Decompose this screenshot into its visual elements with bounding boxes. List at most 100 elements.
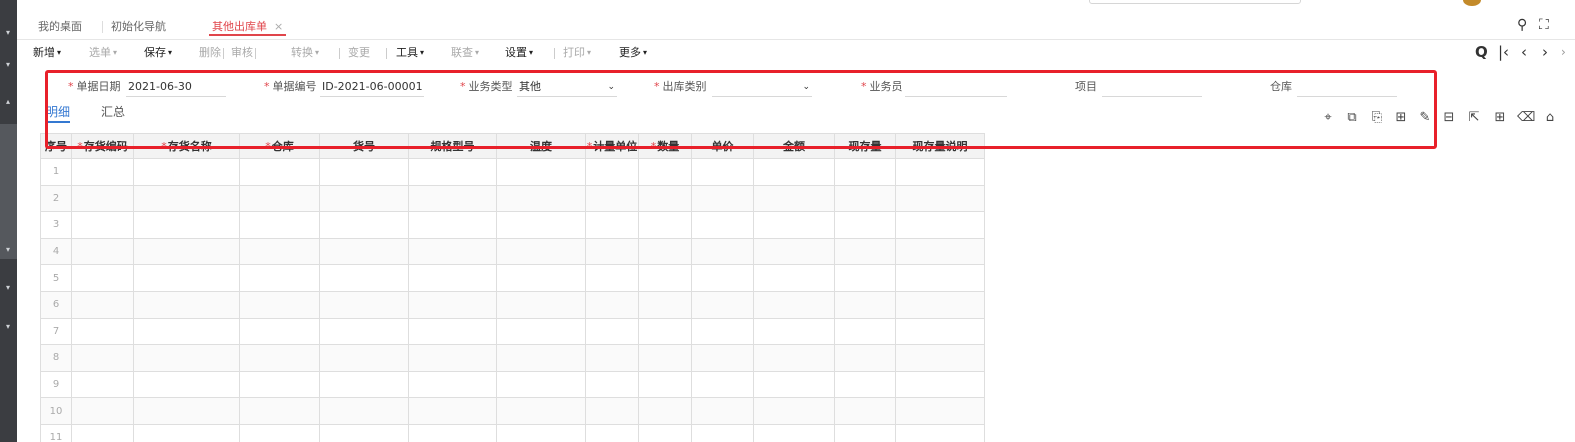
grid-cell[interactable] bbox=[638, 184, 692, 213]
grid-cell[interactable] bbox=[319, 344, 409, 372]
toolbar-print-button[interactable]: 打印 ▾ bbox=[563, 45, 591, 61]
grid-cell[interactable] bbox=[834, 344, 896, 372]
toolbar-new-button[interactable]: 新增 ▾ bbox=[33, 45, 61, 61]
table-row[interactable]: 9 bbox=[40, 370, 985, 399]
grid-cell[interactable] bbox=[408, 397, 497, 425]
grid-cell[interactable] bbox=[691, 237, 754, 266]
toolbar-inquiry-button[interactable]: 联查 ▾ bbox=[451, 45, 479, 61]
grid-cell[interactable] bbox=[638, 397, 692, 425]
toolbar-tools-button[interactable]: 工具 ▾ bbox=[396, 45, 424, 61]
grid-cell[interactable] bbox=[71, 290, 134, 319]
toolbar-delete-button[interactable]: 删除 bbox=[199, 45, 221, 61]
subtab-summary[interactable]: 汇总 bbox=[101, 104, 125, 120]
grid-cell[interactable] bbox=[691, 290, 754, 319]
table-row[interactable]: 3 bbox=[40, 211, 985, 239]
column-header[interactable]: 现存量 bbox=[834, 133, 896, 159]
column-header[interactable]: 温度 bbox=[496, 133, 586, 159]
grid-cell[interactable] bbox=[133, 397, 240, 425]
grid-cell[interactable] bbox=[691, 317, 754, 346]
grid-cell[interactable] bbox=[638, 423, 692, 442]
grid-cell[interactable] bbox=[133, 423, 240, 442]
grid-cell[interactable] bbox=[753, 317, 835, 346]
grid-cell[interactable] bbox=[319, 237, 409, 266]
tab-my-desktop[interactable]: 我的桌面 bbox=[35, 18, 85, 36]
grid-cell[interactable] bbox=[133, 344, 240, 372]
grid-cell[interactable] bbox=[585, 211, 639, 239]
table-row[interactable]: 8 bbox=[40, 344, 985, 372]
sidebar-arrow-icon[interactable]: ▾ bbox=[3, 245, 13, 255]
batch-edit-icon[interactable]: ✎ bbox=[1417, 110, 1433, 126]
clerk-input[interactable] bbox=[905, 78, 1007, 97]
grid-cell[interactable] bbox=[408, 344, 497, 372]
table-row[interactable]: 1 bbox=[40, 158, 985, 186]
grid-cell[interactable] bbox=[496, 211, 586, 239]
grid-cell[interactable] bbox=[691, 264, 754, 292]
grid-cell[interactable] bbox=[239, 397, 320, 425]
grid-cell[interactable] bbox=[239, 211, 320, 239]
grid-cell[interactable] bbox=[319, 158, 409, 186]
grid-cell[interactable] bbox=[71, 237, 134, 266]
sidebar-arrow-icon[interactable]: ▾ bbox=[3, 60, 13, 70]
grid-cell[interactable] bbox=[691, 344, 754, 372]
grid-cell[interactable] bbox=[585, 237, 639, 266]
tab-other-outbound[interactable]: 其他出库单 × bbox=[209, 18, 287, 36]
grid-cell[interactable] bbox=[834, 317, 896, 346]
grid-cell[interactable] bbox=[239, 158, 320, 186]
grid-cell[interactable] bbox=[638, 344, 692, 372]
grid-cell[interactable] bbox=[496, 184, 586, 213]
column-header[interactable]: *存货名称 bbox=[133, 133, 240, 159]
table-row[interactable]: 10 bbox=[40, 397, 985, 425]
grid-cell[interactable] bbox=[319, 317, 409, 346]
global-search-box[interactable] bbox=[1089, 0, 1301, 4]
grid-cell[interactable] bbox=[319, 397, 409, 425]
grid-cell[interactable] bbox=[585, 317, 639, 346]
grid-cell[interactable] bbox=[133, 264, 240, 292]
grid-cell[interactable] bbox=[71, 158, 134, 186]
last-record-icon[interactable]: › bbox=[1561, 43, 1566, 61]
grid-cell[interactable] bbox=[71, 397, 134, 425]
toolbar-save-button[interactable]: 保存 ▾ bbox=[144, 45, 172, 61]
grid-cell[interactable] bbox=[239, 317, 320, 346]
column-header[interactable]: *仓库 bbox=[239, 133, 320, 159]
grid-cell[interactable] bbox=[585, 264, 639, 292]
warehouse-input[interactable] bbox=[1297, 78, 1397, 97]
previous-record-icon[interactable]: ‹ bbox=[1521, 43, 1527, 61]
out-type-select[interactable]: ⌄ bbox=[712, 78, 812, 97]
grid-cell[interactable] bbox=[585, 184, 639, 213]
grid-cell[interactable] bbox=[834, 211, 896, 239]
grid-cell[interactable] bbox=[834, 370, 896, 399]
grid-cell[interactable] bbox=[408, 264, 497, 292]
tab-close-icon[interactable]: × bbox=[274, 20, 283, 33]
grid-cell[interactable] bbox=[239, 290, 320, 319]
grid-cell[interactable] bbox=[753, 290, 835, 319]
grid-cell[interactable] bbox=[496, 370, 586, 399]
grid-cell[interactable] bbox=[496, 237, 586, 266]
grid-cell[interactable] bbox=[895, 397, 985, 425]
project-input[interactable] bbox=[1102, 78, 1202, 97]
table-row[interactable]: 7 bbox=[40, 317, 985, 346]
home-icon[interactable]: ⌂ bbox=[1542, 110, 1558, 126]
grid-cell[interactable] bbox=[753, 397, 835, 425]
sidebar-selected-area[interactable] bbox=[0, 124, 17, 259]
grid-cell[interactable] bbox=[585, 290, 639, 319]
table-row[interactable]: 2 bbox=[40, 184, 985, 213]
tab-init-navigation[interactable]: 初始化导航 bbox=[108, 18, 169, 36]
grid-cell[interactable] bbox=[753, 211, 835, 239]
grid-cell[interactable] bbox=[239, 423, 320, 442]
grid-cell[interactable] bbox=[408, 317, 497, 346]
grid-cell[interactable] bbox=[691, 397, 754, 425]
grid-cell[interactable] bbox=[834, 397, 896, 425]
grid-cell[interactable] bbox=[753, 158, 835, 186]
toolbar-convert-button[interactable]: 转换 ▾ bbox=[291, 45, 319, 61]
grid-cell[interactable] bbox=[834, 158, 896, 186]
table-row[interactable]: 6 bbox=[40, 290, 985, 319]
grid-cell[interactable] bbox=[71, 264, 134, 292]
grid-cell[interactable] bbox=[496, 290, 586, 319]
export-icon[interactable]: ⇱ bbox=[1466, 110, 1482, 126]
grid-cell[interactable] bbox=[834, 290, 896, 319]
column-header[interactable]: 单价 bbox=[691, 133, 754, 159]
grid-cell[interactable] bbox=[496, 423, 586, 442]
toolbar-change-button[interactable]: 变更 bbox=[348, 45, 370, 61]
toolbar-more-button[interactable]: 更多 ▾ bbox=[619, 45, 647, 61]
grid-cell[interactable] bbox=[895, 184, 985, 213]
